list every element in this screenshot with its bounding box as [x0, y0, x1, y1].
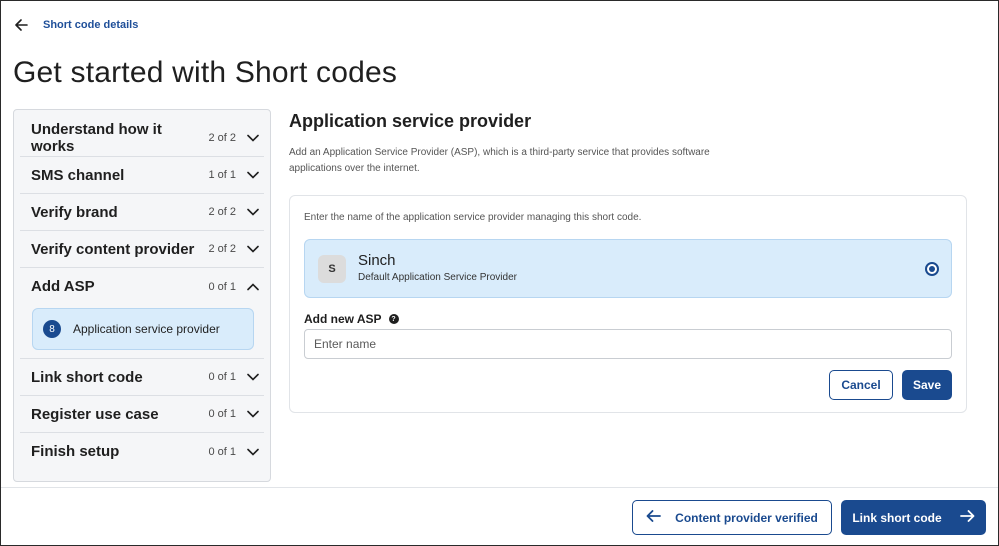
step-label: Verify content provider: [31, 240, 195, 258]
next-step-button[interactable]: Link short code: [841, 500, 986, 535]
section-description: Add an Application Service Provider (ASP…: [289, 147, 710, 174]
chevron-down-icon: [246, 370, 260, 384]
add-asp-label: Add new ASP ?: [304, 312, 399, 326]
section-title: Application service provider: [289, 111, 532, 131]
avatar: S: [318, 255, 346, 283]
step-count: 1 of 1: [208, 169, 236, 181]
help-icon[interactable]: ?: [388, 314, 399, 324]
asp-radio-selected[interactable]: [925, 262, 939, 276]
steps-sidebar: Understand how it works 2 of 2 SMS chann…: [13, 109, 271, 482]
step-label: SMS channel: [31, 166, 125, 184]
chevron-down-icon: [246, 168, 260, 182]
step-add-asp[interactable]: Add ASP 0 of 1: [20, 268, 264, 305]
step-label: Understand how it works: [31, 121, 162, 155]
save-button[interactable]: Save: [902, 370, 952, 400]
chevron-up-icon: [246, 280, 260, 294]
back-link[interactable]: Short code details: [43, 19, 138, 31]
back-arrow-icon[interactable]: [13, 17, 29, 33]
asp-subtitle: Default Application Service Provider: [358, 272, 517, 283]
arrow-right-icon: [959, 510, 975, 525]
step-verify-brand[interactable]: Verify brand 2 of 2: [20, 194, 264, 231]
step-label: Add ASP: [31, 278, 95, 295]
chevron-down-icon: [246, 407, 260, 421]
chevron-down-icon: [246, 205, 260, 219]
step-count: 2 of 2: [208, 132, 236, 144]
step-verify-content-provider[interactable]: Verify content provider 2 of 2: [20, 231, 264, 268]
step-label: Verify brand: [31, 203, 118, 221]
asp-card: Enter the name of the application servic…: [289, 195, 967, 413]
next-step-label: Link short code: [852, 510, 942, 525]
step-count: 2 of 2: [208, 243, 236, 255]
footer-divider: [1, 487, 998, 488]
step-count: 0 of 1: [208, 445, 236, 458]
add-asp-label-text: Add new ASP: [304, 312, 382, 326]
step-count: 2 of 2: [208, 206, 236, 218]
substep-number-badge: 8: [43, 320, 61, 338]
step-understand[interactable]: Understand how it works 2 of 2: [20, 120, 264, 157]
previous-step-label: Content provider verified: [675, 510, 818, 525]
step-sms-channel[interactable]: SMS channel 1 of 1: [20, 157, 264, 194]
previous-step-button[interactable]: Content provider verified: [632, 500, 832, 535]
asp-name-input[interactable]: [304, 329, 952, 359]
substep-label: Application service provider: [73, 322, 220, 336]
breadcrumb: Short code details: [13, 17, 138, 33]
substep-application-service-provider[interactable]: 8 Application service provider: [32, 308, 254, 350]
step-label: Register use case: [31, 405, 159, 423]
page-title: Get started with Short codes: [13, 56, 398, 89]
step-register-use-case[interactable]: Register use case 0 of 1: [20, 396, 264, 433]
arrow-left-icon: [646, 510, 662, 525]
step-count: 0 of 1: [208, 371, 236, 383]
cancel-button[interactable]: Cancel: [829, 370, 893, 400]
chevron-down-icon: [246, 445, 260, 459]
asp-option-sinch[interactable]: S Sinch Default Application Service Prov…: [304, 239, 952, 298]
step-link-short-code[interactable]: Link short code 0 of 1: [20, 359, 264, 396]
step-finish-setup[interactable]: Finish setup 0 of 1: [20, 433, 264, 470]
card-hint: Enter the name of the application servic…: [304, 212, 642, 223]
step-label: Link short code: [31, 368, 143, 386]
asp-name: Sinch: [358, 252, 396, 269]
step-count: 0 of 1: [208, 408, 236, 420]
chevron-down-icon: [246, 131, 260, 145]
step-label: Finish setup: [31, 443, 120, 460]
chevron-down-icon: [246, 242, 260, 256]
step-count: 0 of 1: [208, 280, 236, 293]
